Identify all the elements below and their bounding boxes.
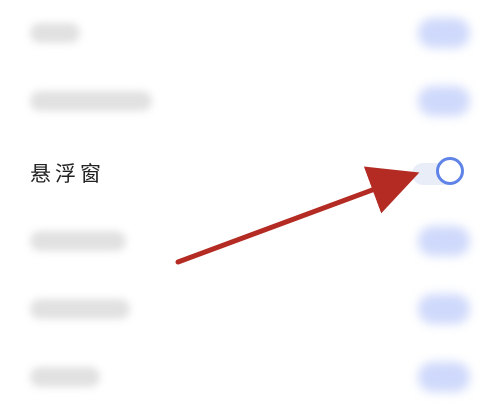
settings-screen: 悬浮窗	[0, 0, 500, 407]
blurred-label-2	[30, 91, 152, 111]
toggle-knob	[436, 157, 464, 185]
blurred-toggle-2[interactable]	[418, 86, 470, 116]
blurred-toggle-4[interactable]	[418, 294, 470, 324]
settings-row-blurred-4[interactable]	[0, 276, 500, 344]
blurred-toggle-5[interactable]	[418, 362, 470, 392]
blurred-label-4	[30, 299, 130, 319]
settings-row-blurred-2[interactable]	[0, 68, 500, 136]
floating-window-label: 悬浮窗	[30, 162, 105, 186]
blurred-label-5	[30, 367, 100, 387]
blurred-label-3	[30, 231, 126, 251]
settings-row-blurred-3[interactable]	[0, 208, 500, 276]
blurred-label-1	[30, 23, 80, 43]
blurred-toggle-3[interactable]	[418, 226, 470, 256]
blurred-toggle-1[interactable]	[418, 18, 470, 48]
settings-row-blurred-5[interactable]	[0, 344, 500, 412]
settings-row-blurred-1[interactable]	[0, 0, 500, 68]
floating-window-row[interactable]: 悬浮窗	[0, 140, 500, 208]
floating-window-toggle[interactable]	[412, 157, 470, 191]
